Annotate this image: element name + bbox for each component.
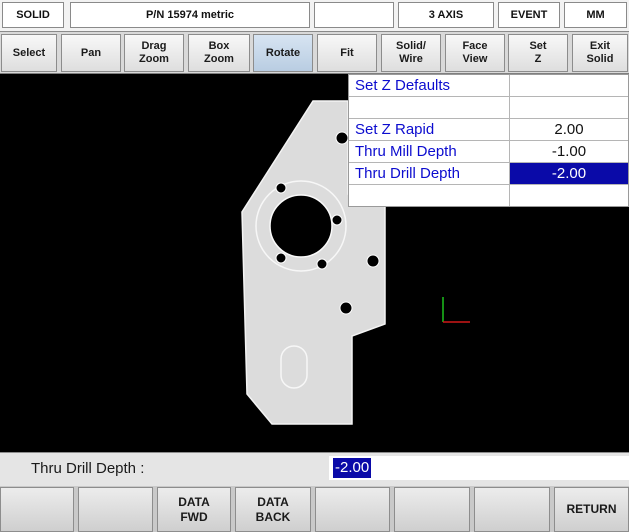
z-row-label: Thru Mill Depth: [349, 141, 510, 162]
bolt-hole: [275, 182, 287, 194]
z-defaults-title-row: Set Z Defaults: [349, 75, 628, 97]
status-bar: SOLID P/N 15974 metric 3 AXIS EVENT MM: [0, 0, 629, 32]
pan-button[interactable]: Pan: [61, 34, 121, 72]
rotate-button[interactable]: Rotate: [253, 34, 313, 72]
face-view-button[interactable]: Face View: [445, 34, 505, 72]
bore-hole: [269, 194, 333, 258]
z-row-value[interactable]: 2.00: [510, 119, 628, 140]
z-defaults-title: Set Z Defaults: [349, 75, 510, 96]
softkey-2[interactable]: [78, 487, 153, 532]
mount-hole: [366, 254, 380, 268]
bolt-hole: [316, 258, 328, 270]
event-indicator: EVENT: [498, 2, 560, 28]
z-row-value[interactable]: -1.00: [510, 141, 628, 162]
z-empty-value: [510, 97, 628, 118]
softkey-5[interactable]: [315, 487, 390, 532]
z-row-label: Set Z Rapid: [349, 119, 510, 140]
data-back-button[interactable]: DATA BACK: [235, 487, 311, 532]
z-row-set-z-rapid[interactable]: Set Z Rapid 2.00: [349, 119, 628, 141]
prompt-bar: Thru Drill Depth : -2.00: [0, 452, 629, 486]
softkey-7[interactable]: [474, 487, 550, 532]
z-blank-label: [349, 185, 510, 206]
mount-hole: [335, 131, 349, 145]
select-button[interactable]: Select: [1, 34, 57, 72]
z-blank-value: [510, 185, 628, 206]
softkey-1[interactable]: [0, 487, 74, 532]
return-button[interactable]: RETURN: [554, 487, 629, 532]
data-fwd-button[interactable]: DATA FWD: [157, 487, 231, 532]
status-blank-cell: [314, 2, 394, 28]
prompt-label: Thru Drill Depth :: [31, 460, 145, 477]
solid-wire-button[interactable]: Solid/ Wire: [381, 34, 441, 72]
z-row-label: Thru Drill Depth: [349, 163, 510, 184]
value-entry-text: -2.00: [333, 458, 372, 478]
mode-indicator: SOLID: [2, 2, 64, 28]
box-zoom-button[interactable]: Box Zoom: [188, 34, 250, 72]
set-z-button[interactable]: Set Z: [508, 34, 568, 72]
view-toolbar: Select Pan Drag Zoom Box Zoom Rotate Fit…: [0, 32, 629, 74]
axis-indicator: 3 AXIS: [398, 2, 494, 28]
z-defaults-empty-row: [349, 97, 628, 119]
fit-button[interactable]: Fit: [317, 34, 377, 72]
units-indicator: MM: [564, 2, 627, 28]
bolt-hole: [275, 252, 287, 264]
drag-zoom-button[interactable]: Drag Zoom: [124, 34, 184, 72]
softkey-bar: DATA FWD DATA BACK RETURN: [0, 486, 629, 532]
z-row-value[interactable]: -2.00: [510, 163, 628, 184]
part-number-display: P/N 15974 metric: [70, 2, 310, 28]
z-row-thru-drill-depth[interactable]: Thru Drill Depth -2.00: [349, 163, 628, 185]
z-row-thru-mill-depth[interactable]: Thru Mill Depth -1.00: [349, 141, 628, 163]
value-entry-field[interactable]: -2.00: [329, 456, 629, 480]
exit-solid-button[interactable]: Exit Solid: [572, 34, 628, 72]
z-defaults-panel: Set Z Defaults Set Z Rapid 2.00 Thru Mil…: [348, 74, 629, 207]
z-defaults-blank-row: [349, 185, 628, 207]
z-defaults-title-value: [510, 75, 628, 96]
bolt-hole: [331, 214, 343, 226]
z-empty-label: [349, 97, 510, 118]
mount-hole: [339, 301, 353, 315]
softkey-6[interactable]: [394, 487, 470, 532]
